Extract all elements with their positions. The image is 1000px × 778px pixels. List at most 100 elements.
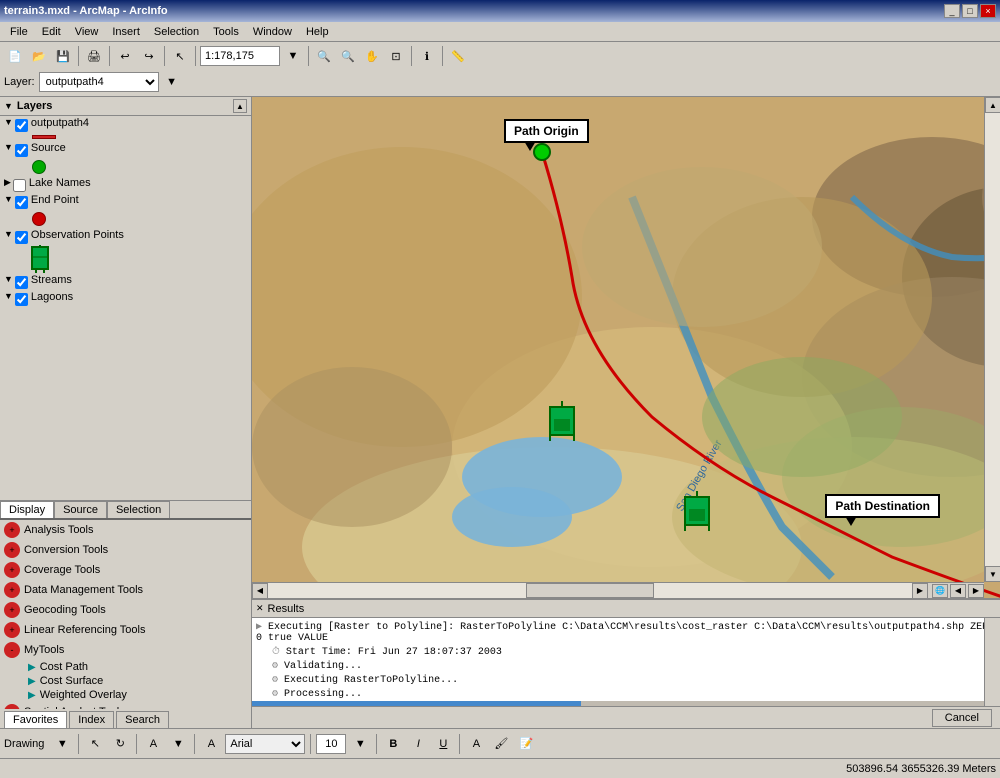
toolbox-item-analysis[interactable]: + Analysis Tools [0,520,251,540]
menu-selection[interactable]: Selection [148,24,205,40]
map-hscrollbar[interactable]: ◀ ▶ 🌐 ◀ ▶ [252,582,984,598]
layers-expand-icon[interactable]: ▼ [4,101,13,111]
tab-selection[interactable]: Selection [107,501,170,518]
scale-input[interactable] [200,46,280,66]
toolbox-label-weightedoverlay: Weighted Overlay [40,689,127,701]
checkbox-obspoints[interactable] [15,231,28,244]
toolbox-item-costsurface[interactable]: ▶ Cost Surface [24,674,251,688]
hscroll-left[interactable]: ◀ [252,583,268,599]
bold-btn[interactable]: B [382,733,404,755]
toolbox-item-linearref[interactable]: + Linear Referencing Tools [0,620,251,640]
toolbox-item-weightedoverlay[interactable]: ▶ Weighted Overlay [24,688,251,702]
minimize-button[interactable]: _ [944,4,960,18]
menu-window[interactable]: Window [247,24,298,40]
pointer-tool[interactable]: ↖ [169,45,191,67]
maximize-button[interactable]: □ [962,4,978,18]
measure-tool[interactable]: 📏 [447,45,469,67]
toolbox-item-geocoding[interactable]: + Geocoding Tools [0,600,251,620]
menu-file[interactable]: File [4,24,34,40]
toolbox-item-spatialanalyst[interactable]: + Spatial Analyst Tools [0,702,251,709]
font-size-dropdown[interactable]: ▼ [349,733,371,755]
checkbox-endpoint[interactable] [15,196,28,209]
toolbox-item-costpath[interactable]: ▶ Cost Path [24,660,251,674]
drawing-toolbar: Drawing ▼ ↖ ↻ A ▼ A Arial ▼ B I U A 🖌 📝 [0,728,1000,758]
expand-lakenames[interactable]: ▶ [4,177,11,188]
toolbox-item-coverage[interactable]: + Coverage Tools [0,560,251,580]
map-next-btn[interactable]: ▶ [968,584,984,598]
expand-outputpath4[interactable]: ▼ [4,117,13,127]
toolbar-row-2: Layer: outputpath4 ▼ [4,70,996,94]
menu-view[interactable]: View [69,24,105,40]
scale-dropdown[interactable]: ▼ [282,45,304,67]
select-elements-btn[interactable]: ↖ [84,733,106,755]
vscroll-track [985,113,1000,566]
checkbox-lakenames[interactable] [13,179,26,192]
drawing-dropdown[interactable]: ▼ [51,733,73,755]
open-button[interactable]: 📂 [28,45,50,67]
tab-favorites[interactable]: Favorites [4,711,67,728]
hscroll-right[interactable]: ▶ [912,583,928,599]
pan-tool[interactable]: ✋ [361,45,383,67]
layers-scroll-up[interactable]: ▲ [233,99,247,113]
checkbox-source[interactable] [15,144,28,157]
layer-select[interactable]: outputpath4 [39,72,159,92]
list-item: ▼ Observation Points [0,228,251,245]
checkbox-outputpath4[interactable] [15,119,28,132]
identify-tool[interactable]: ℹ [416,45,438,67]
toolbox-item-conversion[interactable]: + Conversion Tools [0,540,251,560]
layer-dropdown-btn[interactable]: ▼ [161,71,183,93]
redo-button[interactable]: ↪ [138,45,160,67]
expand-source[interactable]: ▼ [4,142,13,152]
console-content[interactable]: ▶ Executing [Raster to Polyline]: Raster… [252,618,1000,706]
menu-tools[interactable]: Tools [207,24,245,40]
tab-search[interactable]: Search [116,711,169,728]
save-button[interactable]: 💾 [52,45,74,67]
print-button[interactable]: 🖨 [83,45,105,67]
map-globe-btn[interactable]: 🌐 [932,584,948,598]
expand-lagoons[interactable]: ▼ [4,291,13,301]
font-select[interactable]: Arial [225,734,305,754]
full-extent[interactable]: ⊡ [385,45,407,67]
analysis-icon: + [4,522,20,538]
map-prev-btn[interactable]: ◀ [950,584,966,598]
font-size-input[interactable] [316,734,346,754]
rotate-btn[interactable]: ↻ [109,733,131,755]
line-color-btn[interactable]: 📝 [515,733,537,755]
menu-insert[interactable]: Insert [106,24,146,40]
map-vscrollbar[interactable]: ▲ ▼ [984,97,1000,582]
underline-btn[interactable]: U [432,733,454,755]
text-color-btn[interactable]: A [465,733,487,755]
vscroll-down[interactable]: ▼ [985,566,1000,582]
highlight-btn[interactable]: 🖌 [490,733,512,755]
zoom-out[interactable]: 🔍 [337,45,359,67]
vscroll-up[interactable]: ▲ [985,97,1000,113]
expand-streams[interactable]: ▼ [4,274,13,284]
expand-obspoints[interactable]: ▼ [4,229,13,239]
expand-endpoint[interactable]: ▼ [4,194,13,204]
hscroll-thumb[interactable] [526,583,655,598]
map-container[interactable]: San Diego River [252,97,1000,598]
close-button[interactable]: × [980,4,996,18]
list-item [0,245,251,273]
toolbox-item-mytools[interactable]: - MyTools [0,640,251,660]
text-dropdown[interactable]: ▼ [167,733,189,755]
new-button[interactable]: 📄 [4,45,26,67]
menu-edit[interactable]: Edit [36,24,67,40]
undo-button[interactable]: ↩ [114,45,136,67]
console-panel: ✕ Results ▶ Executing [Raster to Polylin… [252,598,1000,728]
italic-btn[interactable]: I [407,733,429,755]
tab-source[interactable]: Source [54,501,107,518]
text-btn[interactable]: A [142,733,164,755]
menu-help[interactable]: Help [300,24,335,40]
toolbox-label-conversion: Conversion Tools [24,544,108,556]
checkbox-lagoons[interactable] [15,293,28,306]
mytools-icon: - [4,642,20,658]
tab-display[interactable]: Display [0,501,54,518]
console-vscrollbar[interactable] [984,618,1000,706]
cancel-button[interactable]: Cancel [932,709,992,727]
tab-index[interactable]: Index [69,711,114,728]
zoom-in[interactable]: 🔍 [313,45,335,67]
checkbox-streams[interactable] [15,276,28,289]
console-close-btn[interactable]: ✕ [256,603,264,614]
toolbox-item-datamanagement[interactable]: + Data Management Tools [0,580,251,600]
